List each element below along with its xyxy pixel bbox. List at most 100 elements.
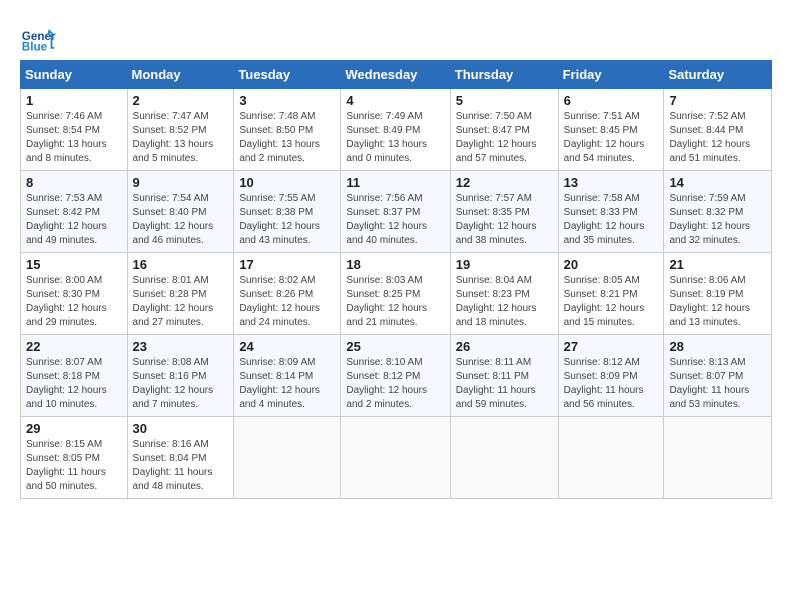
calendar-cell [234,417,341,499]
calendar-cell: 29 Sunrise: 8:15 AMSunset: 8:05 PMDaylig… [21,417,128,499]
calendar-header-thursday: Thursday [450,61,558,89]
logo-icon: General Blue [20,20,56,56]
day-number: 6 [564,93,659,108]
day-number: 19 [456,257,553,272]
day-number: 30 [133,421,229,436]
day-number: 15 [26,257,122,272]
calendar-cell: 11 Sunrise: 7:56 AMSunset: 8:37 PMDaylig… [341,171,450,253]
calendar-cell: 9 Sunrise: 7:54 AMSunset: 8:40 PMDayligh… [127,171,234,253]
day-detail: Sunrise: 7:54 AMSunset: 8:40 PMDaylight:… [133,193,214,246]
day-detail: Sunrise: 7:49 AMSunset: 8:49 PMDaylight:… [346,111,427,164]
calendar-cell: 30 Sunrise: 8:16 AMSunset: 8:04 PMDaylig… [127,417,234,499]
day-detail: Sunrise: 8:12 AMSunset: 8:09 PMDaylight:… [564,357,644,410]
calendar-cell: 23 Sunrise: 8:08 AMSunset: 8:16 PMDaylig… [127,335,234,417]
day-number: 4 [346,93,444,108]
day-number: 22 [26,339,122,354]
calendar-week-row: 29 Sunrise: 8:15 AMSunset: 8:05 PMDaylig… [21,417,772,499]
calendar-cell: 12 Sunrise: 7:57 AMSunset: 8:35 PMDaylig… [450,171,558,253]
calendar-week-row: 22 Sunrise: 8:07 AMSunset: 8:18 PMDaylig… [21,335,772,417]
calendar-week-row: 15 Sunrise: 8:00 AMSunset: 8:30 PMDaylig… [21,253,772,335]
calendar-cell: 20 Sunrise: 8:05 AMSunset: 8:21 PMDaylig… [558,253,664,335]
day-detail: Sunrise: 8:15 AMSunset: 8:05 PMDaylight:… [26,439,106,492]
day-detail: Sunrise: 8:05 AMSunset: 8:21 PMDaylight:… [564,275,645,328]
logo: General Blue [20,20,60,56]
calendar-cell: 2 Sunrise: 7:47 AMSunset: 8:52 PMDayligh… [127,89,234,171]
calendar-cell: 19 Sunrise: 8:04 AMSunset: 8:23 PMDaylig… [450,253,558,335]
day-detail: Sunrise: 8:02 AMSunset: 8:26 PMDaylight:… [239,275,320,328]
calendar-cell [450,417,558,499]
calendar-header-monday: Monday [127,61,234,89]
day-number: 3 [239,93,335,108]
calendar-cell: 7 Sunrise: 7:52 AMSunset: 8:44 PMDayligh… [664,89,772,171]
calendar-header-saturday: Saturday [664,61,772,89]
calendar-cell: 22 Sunrise: 8:07 AMSunset: 8:18 PMDaylig… [21,335,128,417]
calendar-cell: 21 Sunrise: 8:06 AMSunset: 8:19 PMDaylig… [664,253,772,335]
day-number: 21 [669,257,766,272]
day-detail: Sunrise: 8:00 AMSunset: 8:30 PMDaylight:… [26,275,107,328]
day-number: 8 [26,175,122,190]
day-number: 1 [26,93,122,108]
calendar-cell: 28 Sunrise: 8:13 AMSunset: 8:07 PMDaylig… [664,335,772,417]
calendar-cell: 14 Sunrise: 7:59 AMSunset: 8:32 PMDaylig… [664,171,772,253]
day-number: 2 [133,93,229,108]
day-number: 17 [239,257,335,272]
day-number: 11 [346,175,444,190]
day-detail: Sunrise: 8:11 AMSunset: 8:11 PMDaylight:… [456,357,536,410]
calendar-header-friday: Friday [558,61,664,89]
day-number: 13 [564,175,659,190]
day-number: 12 [456,175,553,190]
day-number: 27 [564,339,659,354]
day-detail: Sunrise: 8:08 AMSunset: 8:16 PMDaylight:… [133,357,214,410]
page-header: General Blue [20,20,772,56]
day-detail: Sunrise: 8:10 AMSunset: 8:12 PMDaylight:… [346,357,427,410]
day-detail: Sunrise: 8:07 AMSunset: 8:18 PMDaylight:… [26,357,107,410]
calendar-cell: 17 Sunrise: 8:02 AMSunset: 8:26 PMDaylig… [234,253,341,335]
calendar-cell: 4 Sunrise: 7:49 AMSunset: 8:49 PMDayligh… [341,89,450,171]
day-detail: Sunrise: 7:48 AMSunset: 8:50 PMDaylight:… [239,111,320,164]
calendar-header-tuesday: Tuesday [234,61,341,89]
day-number: 9 [133,175,229,190]
calendar-header-wednesday: Wednesday [341,61,450,89]
day-number: 5 [456,93,553,108]
day-detail: Sunrise: 8:13 AMSunset: 8:07 PMDaylight:… [669,357,749,410]
day-detail: Sunrise: 7:55 AMSunset: 8:38 PMDaylight:… [239,193,320,246]
calendar-cell: 8 Sunrise: 7:53 AMSunset: 8:42 PMDayligh… [21,171,128,253]
day-detail: Sunrise: 8:04 AMSunset: 8:23 PMDaylight:… [456,275,537,328]
day-detail: Sunrise: 7:52 AMSunset: 8:44 PMDaylight:… [669,111,750,164]
day-detail: Sunrise: 7:53 AMSunset: 8:42 PMDaylight:… [26,193,107,246]
calendar-cell: 25 Sunrise: 8:10 AMSunset: 8:12 PMDaylig… [341,335,450,417]
calendar-header-sunday: Sunday [21,61,128,89]
calendar-cell: 6 Sunrise: 7:51 AMSunset: 8:45 PMDayligh… [558,89,664,171]
calendar-cell: 15 Sunrise: 8:00 AMSunset: 8:30 PMDaylig… [21,253,128,335]
day-number: 16 [133,257,229,272]
calendar-cell: 16 Sunrise: 8:01 AMSunset: 8:28 PMDaylig… [127,253,234,335]
day-number: 7 [669,93,766,108]
day-number: 10 [239,175,335,190]
day-number: 25 [346,339,444,354]
day-number: 26 [456,339,553,354]
day-detail: Sunrise: 7:58 AMSunset: 8:33 PMDaylight:… [564,193,645,246]
day-number: 29 [26,421,122,436]
calendar-cell: 18 Sunrise: 8:03 AMSunset: 8:25 PMDaylig… [341,253,450,335]
day-detail: Sunrise: 7:57 AMSunset: 8:35 PMDaylight:… [456,193,537,246]
calendar-cell [664,417,772,499]
day-detail: Sunrise: 7:47 AMSunset: 8:52 PMDaylight:… [133,111,214,164]
day-detail: Sunrise: 8:09 AMSunset: 8:14 PMDaylight:… [239,357,320,410]
calendar-cell: 10 Sunrise: 7:55 AMSunset: 8:38 PMDaylig… [234,171,341,253]
day-number: 23 [133,339,229,354]
day-number: 28 [669,339,766,354]
calendar-header-row: SundayMondayTuesdayWednesdayThursdayFrid… [21,61,772,89]
calendar-body: 1 Sunrise: 7:46 AMSunset: 8:54 PMDayligh… [21,89,772,499]
calendar-cell: 5 Sunrise: 7:50 AMSunset: 8:47 PMDayligh… [450,89,558,171]
calendar-cell [558,417,664,499]
calendar-cell: 1 Sunrise: 7:46 AMSunset: 8:54 PMDayligh… [21,89,128,171]
calendar-cell [341,417,450,499]
calendar-week-row: 8 Sunrise: 7:53 AMSunset: 8:42 PMDayligh… [21,171,772,253]
day-detail: Sunrise: 7:50 AMSunset: 8:47 PMDaylight:… [456,111,537,164]
svg-text:Blue: Blue [22,41,48,54]
day-detail: Sunrise: 7:56 AMSunset: 8:37 PMDaylight:… [346,193,427,246]
calendar-cell: 27 Sunrise: 8:12 AMSunset: 8:09 PMDaylig… [558,335,664,417]
day-detail: Sunrise: 8:03 AMSunset: 8:25 PMDaylight:… [346,275,427,328]
day-number: 20 [564,257,659,272]
calendar-table: SundayMondayTuesdayWednesdayThursdayFrid… [20,60,772,499]
